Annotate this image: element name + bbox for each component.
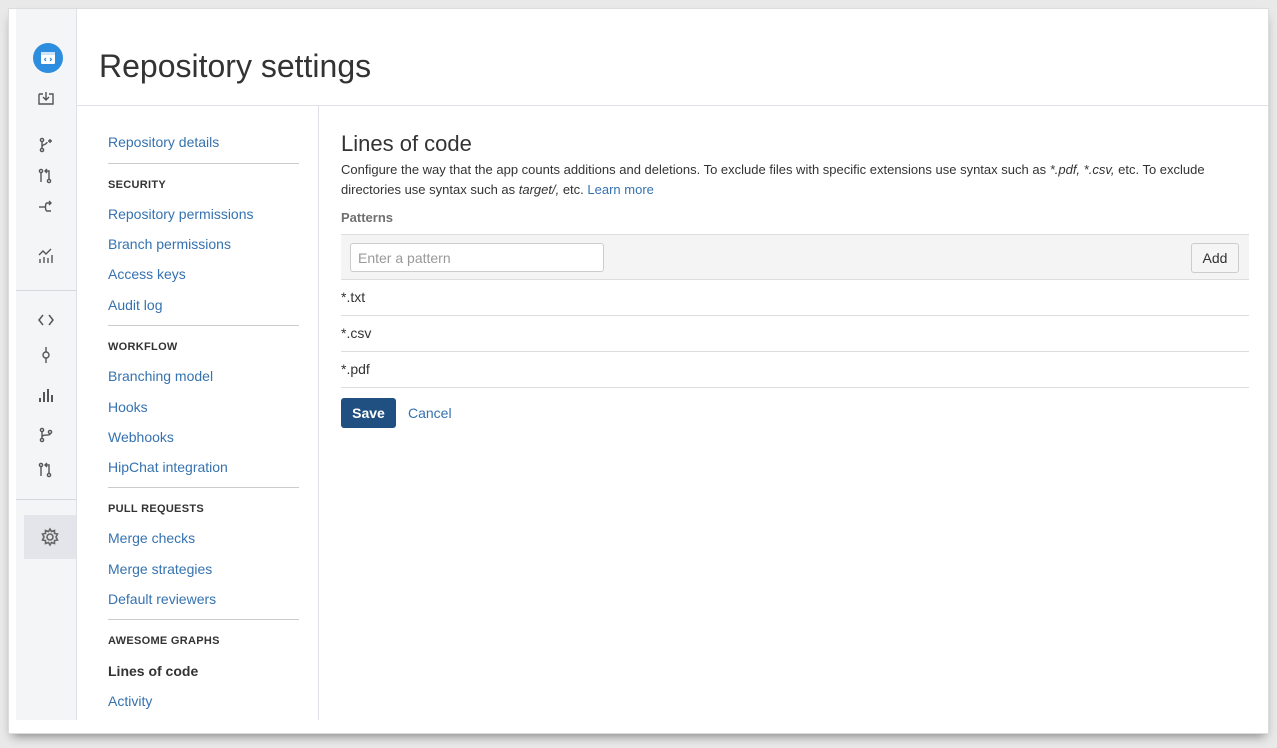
pattern-row: *.csv [341, 316, 1249, 352]
description-text: etc. [559, 182, 588, 197]
nav-access-keys[interactable]: Access keys [108, 266, 186, 282]
cancel-link[interactable]: Cancel [408, 405, 452, 421]
nav-section-awesome-graphs: AWESOME GRAPHS [108, 635, 220, 647]
graphs-icon[interactable] [16, 241, 76, 271]
branches-icon[interactable] [16, 420, 76, 450]
nav-default-reviewers[interactable]: Default reviewers [108, 591, 216, 607]
description-text: Configure the way that the app counts ad… [341, 162, 1050, 177]
patterns-table-header: Add [341, 234, 1249, 280]
create-pull-request-icon[interactable] [16, 161, 76, 191]
settings-icon[interactable] [24, 515, 76, 559]
description-example: *.pdf, [1049, 162, 1081, 177]
fork-icon[interactable] [16, 192, 76, 222]
nav-audit-log[interactable]: Audit log [108, 297, 162, 313]
clone-icon[interactable] [16, 84, 76, 114]
create-branch-icon[interactable] [16, 130, 76, 160]
commits-icon[interactable] [16, 340, 76, 370]
nav-webhooks[interactable]: Webhooks [108, 429, 174, 445]
rail-divider [16, 290, 77, 291]
rail-divider [16, 499, 77, 500]
source-icon[interactable] [16, 305, 76, 335]
nav-divider-line [108, 487, 299, 488]
section-heading: Lines of code [341, 131, 472, 156]
pattern-input[interactable] [350, 243, 604, 272]
nav-repository-details[interactable]: Repository details [108, 134, 219, 150]
nav-branch-permissions[interactable]: Branch permissions [108, 236, 231, 252]
form-actions: Save Cancel [341, 398, 452, 428]
nav-divider-line [108, 325, 299, 326]
nav-repository-permissions[interactable]: Repository permissions [108, 206, 254, 222]
pull-requests-icon[interactable] [16, 455, 76, 485]
nav-section-security: SECURITY [108, 179, 167, 191]
awesome-graphs-icon[interactable] [16, 380, 76, 410]
patterns-label: Patterns [341, 210, 394, 225]
nav-hipchat-integration[interactable]: HipChat integration [108, 459, 228, 475]
nav-branching-model[interactable]: Branching model [108, 368, 213, 384]
nav-lines-of-code[interactable]: Lines of code [108, 663, 198, 679]
nav-hooks[interactable]: Hooks [108, 399, 148, 415]
pattern-row: *.pdf [341, 352, 1249, 388]
nav-section-pull-requests: PULL REQUESTS [108, 503, 204, 515]
nav-divider [318, 106, 319, 720]
description-example: target/, [518, 182, 560, 197]
learn-more-link[interactable]: Learn more [587, 182, 653, 197]
section-description: Configure the way that the app counts ad… [341, 160, 1249, 200]
description-example: *.csv, [1083, 162, 1115, 177]
save-button[interactable]: Save [341, 398, 396, 428]
repository-logo-icon[interactable] [33, 43, 63, 73]
title-divider [77, 105, 1268, 106]
nav-section-workflow: WORKFLOW [108, 341, 178, 353]
pattern-row: *.txt [341, 280, 1249, 316]
nav-activity[interactable]: Activity [108, 693, 152, 709]
nav-merge-checks[interactable]: Merge checks [108, 530, 195, 546]
nav-divider-line [108, 163, 299, 164]
nav-divider-line [108, 619, 299, 620]
nav-merge-strategies[interactable]: Merge strategies [108, 561, 212, 577]
add-pattern-button[interactable]: Add [1191, 243, 1239, 273]
page-title: Repository settings [99, 48, 372, 84]
patterns-table: Add *.txt *.csv *.pdf [341, 234, 1249, 388]
